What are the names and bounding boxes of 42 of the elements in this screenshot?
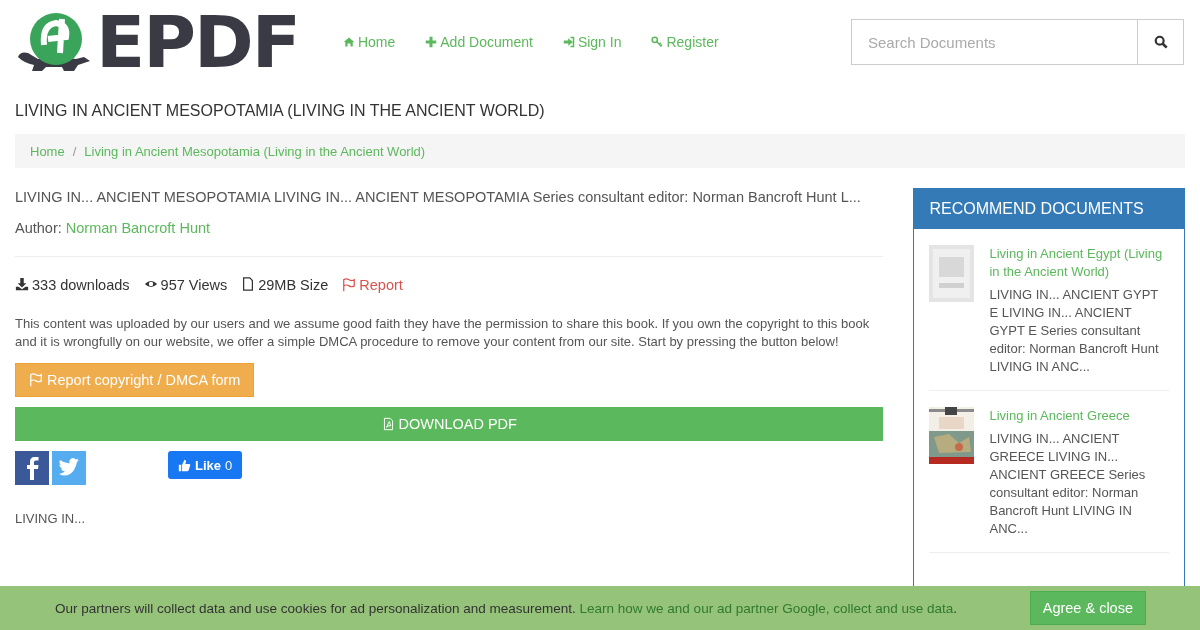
cookie-notice: Our partners will collect data and use cookies for ad personalization and measurement. Learn how we and our ad partner Google, collect and use data.	[55, 600, 958, 616]
pdf-file-icon	[381, 417, 395, 431]
description: LIVING IN... ANCIENT MESOPOTAMIA LIVING IN... ANCIENT MESOPOTAMIA Series consultant editor: Norman Bancroft Hunt L...	[15, 188, 862, 206]
search-icon	[1153, 35, 1168, 49]
nav-link[interactable]: Home	[342, 34, 396, 50]
flag-icon	[342, 278, 357, 292]
stat-text: 29MB Size	[258, 277, 329, 293]
download-icon	[15, 277, 29, 291]
content-preview: LIVING IN...	[15, 511, 87, 526]
notice-text: This content was uploaded by our users and we assume good faith they have the permission to share this book. If you own the copyright to this book and it is wrongfully on our website, we offer a simple DMCA procedure to remove your content from our site. Start by pressing the button below!	[15, 315, 871, 351]
sign-in-icon	[562, 36, 575, 48]
author-link[interactable]: Norman Bancroft Hunt	[65, 220, 211, 236]
search-button[interactable]	[1137, 19, 1184, 65]
stat-text: 333 downloads	[32, 277, 130, 293]
agree-button[interactable]: Agree & close	[1029, 591, 1146, 625]
dmca-report-button[interactable]: Report copyright / DMCA form	[15, 363, 255, 397]
breadcrumb-link[interactable]: Living in Ancient Mesopotamia (Living in the Ancient World)	[84, 143, 426, 159]
download-button[interactable]: DOWNLOAD PDF	[15, 407, 884, 441]
document-excerpt: LIVING IN... ANCIENT GREECE LIVING IN... ANCIENT GREECE Series consultant editor: Norman Bancroft Hunt LIVING IN ANC...	[989, 430, 1147, 538]
report-link[interactable]: Report	[342, 277, 403, 293]
logo-wordmark[interactable]: EPDF	[96, 6, 299, 78]
plus-icon	[425, 36, 438, 48]
stat-text: 957 Views	[160, 277, 228, 293]
flag-icon	[29, 373, 43, 387]
nav-link[interactable]: Sign In	[562, 34, 622, 50]
breadcrumb-separator: /	[72, 143, 77, 159]
breadcrumb-link[interactable]: Home	[30, 143, 65, 159]
file-icon	[241, 277, 256, 291]
nav-link[interactable]: Register	[651, 34, 719, 50]
document-link[interactable]: Living in Ancient Egypt (Living in the Ancient World)	[989, 245, 1169, 281]
home-icon	[342, 36, 355, 48]
thumbs-up-icon	[178, 458, 191, 472]
like-button[interactable]: Like 0	[168, 451, 243, 479]
key-icon	[651, 36, 664, 48]
nav-link[interactable]: Add Document	[425, 34, 533, 50]
facebook-share-icon[interactable]	[15, 451, 49, 485]
document-excerpt: LIVING IN... ANCIENT GYPT E LIVING IN... ANCIENT GYPT E Series consultant editor: Norman Bancroft Hunt LIVING IN ANC...	[989, 286, 1160, 376]
search-field[interactable]: Search Documents	[851, 19, 1137, 65]
page-title: LIVING IN ANCIENT MESOPOTAMIA (LIVING IN THE ANCIENT WORLD)	[15, 102, 546, 120]
panel-title: RECOMMEND DOCUMENTS	[914, 189, 1184, 229]
author-label: Author:	[15, 220, 62, 236]
document-link[interactable]: Living in Ancient Greece	[989, 407, 1169, 425]
